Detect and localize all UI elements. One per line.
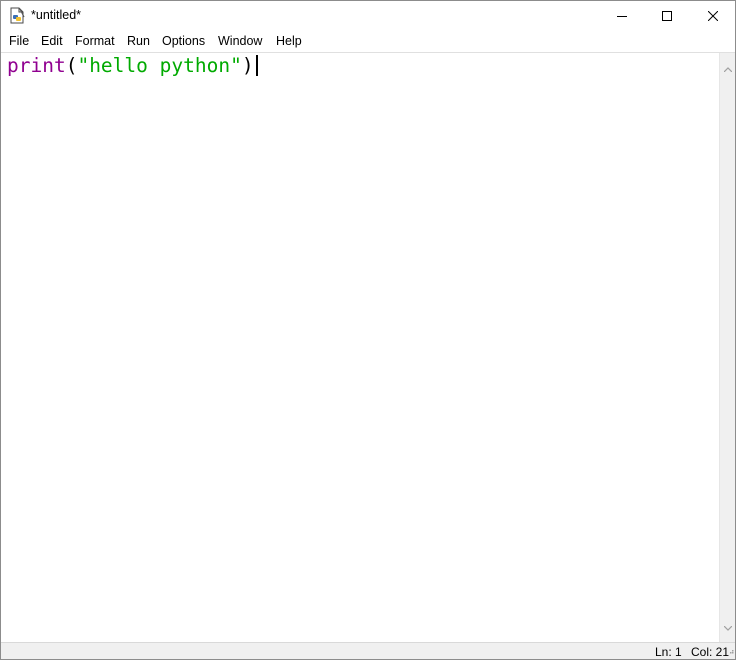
scroll-down-arrow-icon[interactable] <box>723 618 733 636</box>
resize-grip-icon[interactable] <box>728 641 734 659</box>
close-button[interactable] <box>690 1 735 31</box>
scroll-up-arrow-icon[interactable] <box>723 59 733 77</box>
menu-bar: File Edit Format Run Options Window Help <box>1 31 735 52</box>
menu-run[interactable]: Run <box>127 34 150 48</box>
idle-editor-icon <box>9 7 25 24</box>
text-cursor <box>255 55 258 76</box>
maximize-icon <box>662 11 672 21</box>
title-bar[interactable]: *untitled* <box>1 1 735 31</box>
code-open-paren: ( <box>65 54 78 77</box>
menu-options[interactable]: Options <box>162 34 205 48</box>
window-title: *untitled* <box>31 8 82 22</box>
code-close-paren: ) <box>241 54 254 77</box>
status-column-number: Col: 21 <box>691 645 730 659</box>
maximize-button[interactable] <box>644 1 690 31</box>
code-editor[interactable]: print("hello python") <box>1 53 719 642</box>
menu-file[interactable]: File <box>9 34 29 48</box>
idle-editor-window: *untitled* File Edit Format Run Options … <box>0 0 736 660</box>
code-line[interactable]: print("hello python") <box>7 54 258 78</box>
menu-edit[interactable]: Edit <box>41 34 63 48</box>
status-bar: Ln: 1 Col: 21 <box>1 641 735 659</box>
vertical-scrollbar[interactable] <box>719 53 735 642</box>
close-icon <box>708 11 718 21</box>
status-line-number: Ln: 1 <box>655 645 682 659</box>
menu-window[interactable]: Window <box>218 34 262 48</box>
code-builtin-token: print <box>7 54 66 77</box>
minimize-icon <box>617 16 627 17</box>
menu-help[interactable]: Help <box>276 34 302 48</box>
menu-format[interactable]: Format <box>75 34 115 48</box>
minimize-button[interactable] <box>599 1 645 31</box>
code-string-token: "hello python" <box>77 54 242 77</box>
